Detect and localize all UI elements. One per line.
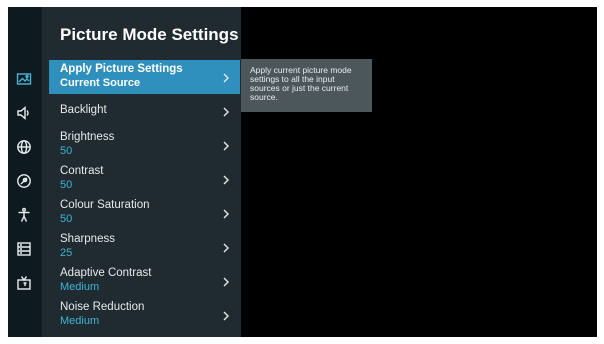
- menu-item-label: Colour Saturation: [60, 199, 150, 211]
- chevron-right-icon: [220, 275, 232, 287]
- menu-item-adaptive-contrast[interactable]: Adaptive Contrast Medium: [49, 264, 240, 298]
- menu-item-label: Noise Reduction: [60, 301, 145, 313]
- picture-mode-settings-panel: Picture Mode Settings Apply Picture Sett…: [42, 7, 241, 337]
- menu-item-backlight[interactable]: Backlight: [49, 94, 240, 128]
- tv-screen: Picture Mode Settings Apply Picture Sett…: [8, 7, 597, 337]
- network-icon[interactable]: [13, 136, 35, 158]
- system-icon[interactable]: [13, 238, 35, 260]
- chevron-right-icon: [220, 207, 232, 219]
- menu-item-colour-saturation[interactable]: Colour Saturation 50: [49, 196, 240, 230]
- picture-icon[interactable]: [13, 68, 35, 90]
- chevron-right-icon: [220, 173, 232, 185]
- menu-item-label: Sharpness: [60, 233, 115, 245]
- chevron-right-icon: [220, 139, 232, 151]
- menu-item-value: Current Source: [60, 77, 141, 89]
- menu-item-label: Contrast: [60, 165, 104, 177]
- menu-item-value: 50: [60, 179, 73, 191]
- sound-icon[interactable]: [13, 102, 35, 124]
- menu-item-brightness[interactable]: Brightness 50: [49, 128, 240, 162]
- help-tooltip: Apply current picture mode settings to a…: [241, 59, 372, 112]
- menu-item-label: Apply Picture Settings: [60, 63, 183, 75]
- chevron-right-icon: [220, 241, 232, 253]
- menu-item-sharpness[interactable]: Sharpness 25: [49, 230, 240, 264]
- menu-item-label: Adaptive Contrast: [60, 267, 152, 279]
- menu-item-value: 25: [60, 247, 73, 259]
- menu-item-noise-reduction[interactable]: Noise Reduction Medium: [49, 298, 240, 332]
- dashboard-icon[interactable]: [13, 170, 35, 192]
- chevron-right-icon: [220, 309, 232, 321]
- chevron-right-icon: [220, 105, 232, 117]
- menu-item-value: Medium: [60, 281, 100, 293]
- menu-item-contrast[interactable]: Contrast 50: [49, 162, 240, 196]
- settings-category-rail: [8, 7, 42, 337]
- tv-icon[interactable]: [13, 272, 35, 294]
- menu-item-label: Brightness: [60, 131, 115, 143]
- menu-item-label: Backlight: [60, 104, 107, 116]
- menu-item-value: 50: [60, 145, 73, 157]
- menu-item-apply-picture-settings[interactable]: Apply Picture Settings Current Source: [49, 60, 240, 94]
- accessibility-icon[interactable]: [13, 204, 35, 226]
- page-title: Picture Mode Settings: [60, 25, 239, 44]
- menu-item-value: 50: [60, 213, 73, 225]
- menu-item-value: Medium: [60, 315, 100, 327]
- chevron-right-icon: [220, 71, 232, 83]
